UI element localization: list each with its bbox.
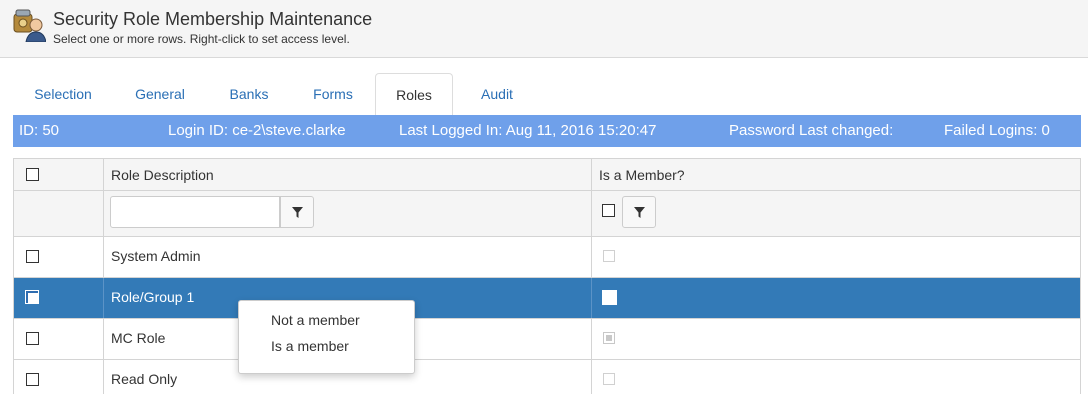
user-id: ID: 50: [19, 122, 60, 139]
role-filter-button[interactable]: [280, 196, 314, 228]
role-description-text: System Admin: [111, 248, 201, 264]
is-member-cell: [592, 319, 1080, 359]
table-row[interactable]: Read Only: [14, 360, 1080, 394]
row-select-checkbox[interactable]: [26, 250, 39, 263]
is-member-cell: [592, 360, 1080, 394]
row-select-cell: [14, 278, 104, 318]
is-member-checkbox: [602, 290, 617, 305]
tab-bar: Selection General Banks Forms Roles Audi…: [13, 73, 1081, 116]
tab-roles[interactable]: Roles: [375, 73, 453, 116]
row-select-checkbox[interactable]: [26, 332, 39, 345]
password-last-changed: Password Last changed:: [729, 122, 894, 139]
menu-item-is-a-member[interactable]: Is a member: [239, 333, 414, 359]
tab-banks[interactable]: Banks: [207, 73, 291, 115]
grid-header-row: Role Description Is a Member?: [14, 159, 1080, 191]
menu-item-not-a-member[interactable]: Not a member: [239, 307, 414, 333]
row-select-cell: [14, 237, 104, 277]
is-member-checkbox: [603, 332, 615, 344]
column-header-label: Role Description: [111, 167, 214, 183]
page-subtitle: Select one or more rows. Right-click to …: [53, 32, 350, 46]
table-row[interactable]: System Admin: [14, 237, 1080, 278]
role-description-text: Read Only: [111, 371, 178, 387]
role-filter-cell: [104, 191, 592, 236]
role-description-filter-input[interactable]: [110, 196, 280, 228]
column-header-role-description[interactable]: Role Description: [104, 159, 592, 190]
is-member-cell: [592, 278, 1080, 318]
page-title: Security Role Membership Maintenance: [53, 9, 373, 29]
row-select-cell: [14, 360, 104, 394]
row-select-checkbox[interactable]: [26, 373, 39, 386]
is-member-checkbox: [603, 250, 615, 262]
column-header-label: Is a Member?: [599, 167, 685, 183]
login-id: Login ID: ce-2\steve.clarke: [168, 122, 346, 139]
context-menu: Not a member Is a member: [238, 300, 415, 374]
filter-icon: [292, 207, 303, 218]
last-logged-in: Last Logged In: Aug 11, 2016 15:20:47: [399, 122, 657, 139]
user-lock-icon: [13, 9, 46, 42]
tab-forms[interactable]: Forms: [291, 73, 375, 115]
member-filter-cell: [592, 191, 1080, 236]
table-row[interactable]: MC Role: [14, 319, 1080, 360]
is-member-checkbox: [603, 373, 615, 385]
role-description-cell: System Admin: [104, 237, 592, 277]
tab-audit[interactable]: Audit: [453, 73, 541, 115]
member-filter-checkbox[interactable]: [602, 204, 615, 217]
role-description-text: Role/Group 1: [111, 289, 195, 305]
select-all-cell: [14, 159, 104, 190]
role-description-text: MC Role: [111, 330, 166, 346]
tab-selection[interactable]: Selection: [13, 73, 113, 115]
member-filter-button[interactable]: [622, 196, 656, 228]
roles-grid: Role Description Is a Member? System Adm…: [13, 158, 1081, 394]
filter-spacer-cell: [14, 191, 104, 236]
is-member-cell: [592, 237, 1080, 277]
grid-filter-row: [14, 191, 1080, 237]
page-header: Security Role Membership Maintenance Sel…: [0, 0, 1088, 58]
row-select-cell: [14, 319, 104, 359]
tab-general[interactable]: General: [113, 73, 207, 115]
select-all-checkbox[interactable]: [26, 168, 39, 181]
column-header-is-member[interactable]: Is a Member?: [592, 159, 1080, 190]
user-info-bar: ID: 50 Login ID: ce-2\steve.clarke Last …: [13, 115, 1081, 147]
filter-icon: [634, 207, 645, 218]
failed-logins: Failed Logins: 0: [944, 122, 1050, 139]
table-row-selected[interactable]: Role/Group 1: [14, 278, 1080, 319]
row-select-checkbox[interactable]: [25, 290, 39, 304]
